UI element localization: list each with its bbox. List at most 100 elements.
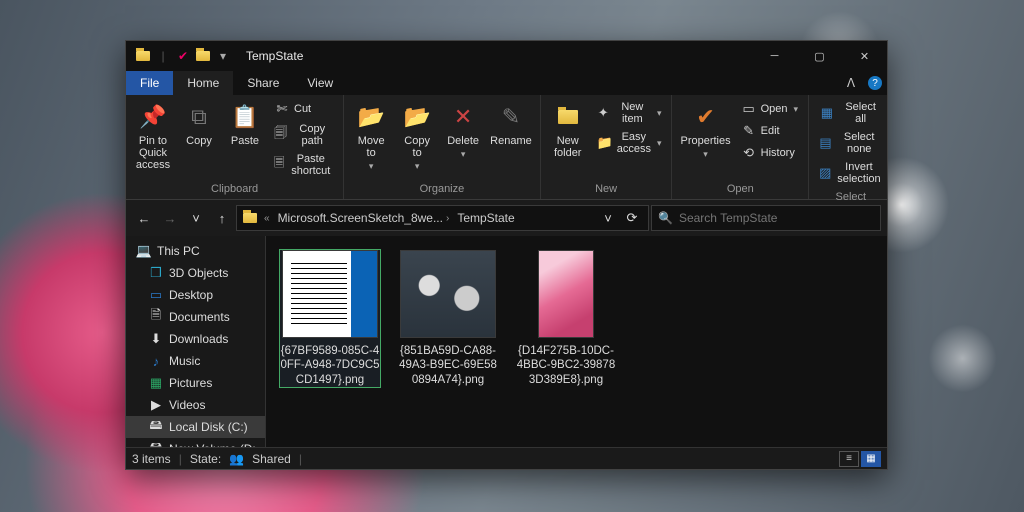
file-item[interactable]: {67BF9589-085C-40FF-A948-7DC9C5CD1497}.p… xyxy=(280,250,380,387)
tree-this-pc[interactable]: 💻This PC xyxy=(126,240,265,262)
group-select: ▦Select all ▤Select none ▨Invert selecti… xyxy=(809,95,892,199)
nav-tree[interactable]: 💻This PC ❒3D Objects ▭Desktop 🗎Documents… xyxy=(126,236,266,447)
up-button[interactable]: ↑ xyxy=(210,206,234,230)
tree-3d-objects[interactable]: ❒3D Objects xyxy=(126,262,265,284)
tree-videos[interactable]: ▶Videos xyxy=(126,394,265,416)
collapse-ribbon-button[interactable]: ᐱ xyxy=(839,71,863,95)
cut-icon: ✄ xyxy=(274,101,290,117)
music-icon: ♪ xyxy=(148,353,164,369)
tree-music[interactable]: ♪Music xyxy=(126,350,265,372)
selectall-icon: ▦ xyxy=(819,105,835,121)
nav-bar: ← → ˅ ↑ « Microsoft.ScreenSketch_8we...›… xyxy=(126,200,887,236)
edit-icon: ✎ xyxy=(741,123,757,139)
desktop-icon: ▭ xyxy=(148,287,164,303)
select-all-button[interactable]: ▦Select all xyxy=(815,99,886,127)
selectnone-icon: ▤ xyxy=(819,135,832,151)
file-item[interactable]: {851BA59D-CA88-49A3-B9EC-69E580894A74}.p… xyxy=(398,250,498,387)
rename-icon: ✎ xyxy=(495,101,527,133)
window-title: TempState xyxy=(246,49,303,63)
group-label: Open xyxy=(678,180,802,199)
back-button[interactable]: ← xyxy=(132,206,156,230)
delete-button[interactable]: ✕Delete xyxy=(442,99,484,160)
history-button[interactable]: ⟲History xyxy=(737,143,802,163)
pin-quick-access-button[interactable]: 📌 Pin to Quick access xyxy=(132,99,174,171)
pc-icon: 💻 xyxy=(136,243,152,259)
maximize-button[interactable]: ▢ xyxy=(797,41,842,71)
open-button[interactable]: ▭Open▾ xyxy=(737,99,802,119)
people-icon: 👥 xyxy=(229,452,244,466)
tab-home[interactable]: Home xyxy=(173,71,233,95)
newfolder-icon xyxy=(552,101,584,133)
file-list[interactable]: {67BF9589-085C-40FF-A948-7DC9C5CD1497}.p… xyxy=(266,236,887,447)
rename-button[interactable]: ✎Rename xyxy=(488,99,534,147)
new-folder-button[interactable]: New folder xyxy=(547,99,589,159)
ribbon-tabs: File Home Share View ᐱ ? xyxy=(126,71,887,95)
help-button[interactable]: ? xyxy=(863,71,887,95)
move-to-button[interactable]: 📂Move to xyxy=(350,99,392,172)
separator: | xyxy=(299,452,302,466)
search-icon: 🔍 xyxy=(658,211,673,225)
forward-button[interactable]: → xyxy=(158,206,182,230)
properties-icon: ✔ xyxy=(690,101,722,133)
newitem-icon: ✦ xyxy=(597,105,610,121)
view-details-button[interactable]: ≡ xyxy=(839,451,859,467)
cut-button[interactable]: ✄Cut xyxy=(270,99,337,119)
folder-icon xyxy=(134,47,152,65)
paste-icon: 📋 xyxy=(229,101,261,133)
status-state-label: State: xyxy=(190,452,221,466)
tree-new-volume-d[interactable]: 🖴New Volume (D: xyxy=(126,438,265,447)
easy-access-button[interactable]: 📁Easy access▾ xyxy=(593,129,666,157)
tab-file[interactable]: File xyxy=(126,71,173,95)
new-item-button[interactable]: ✦New item▾ xyxy=(593,99,666,127)
history-icon: ⟲ xyxy=(741,145,757,161)
breadcrumb-root-chevron[interactable]: « xyxy=(261,213,273,224)
group-label: Organize xyxy=(350,180,534,199)
copy-path-button[interactable]: 🗐Copy path xyxy=(270,121,337,149)
copy-to-button[interactable]: 📂Copy to xyxy=(396,99,438,172)
paste-button[interactable]: 📋 Paste xyxy=(224,99,266,147)
downloads-icon: ⬇ xyxy=(148,331,164,347)
item-count: 3 items xyxy=(132,452,171,466)
invert-selection-button[interactable]: ▨Invert selection xyxy=(815,159,886,187)
properties-button[interactable]: ✔Properties xyxy=(678,99,732,160)
checkmark-icon: ✔ xyxy=(174,47,192,65)
thumbnail xyxy=(538,250,594,338)
tree-desktop[interactable]: ▭Desktop xyxy=(126,284,265,306)
copy-icon: ⧉ xyxy=(183,101,215,133)
breadcrumb-segment[interactable]: Microsoft.ScreenSketch_8we...› xyxy=(275,211,453,225)
file-item[interactable]: {D14F275B-10DC-4BBC-9BC2-398783D389E8}.p… xyxy=(516,250,616,387)
address-dropdown-button[interactable]: ˅ xyxy=(596,206,620,230)
tree-pictures[interactable]: ▦Pictures xyxy=(126,372,265,394)
minimize-button[interactable]: ─ xyxy=(752,41,797,71)
recent-button[interactable]: ˅ xyxy=(184,206,208,230)
customize-qat-icon[interactable]: ▾ xyxy=(214,47,232,65)
group-new: New folder ✦New item▾ 📁Easy access▾ New xyxy=(541,95,673,199)
group-organize: 📂Move to 📂Copy to ✕Delete ✎Rename Organi… xyxy=(344,95,541,199)
drive-icon: 🖴 xyxy=(148,419,164,435)
edit-button[interactable]: ✎Edit xyxy=(737,121,802,141)
copy-button[interactable]: ⧉ Copy xyxy=(178,99,220,147)
tab-view[interactable]: View xyxy=(293,71,347,95)
search-box[interactable]: 🔍 xyxy=(651,205,881,231)
copypath-icon: 🗐 xyxy=(274,127,287,143)
pin-icon: 📌 xyxy=(137,101,169,133)
tree-local-disk-c[interactable]: 🖴Local Disk (C:) xyxy=(126,416,265,438)
paste-shortcut-button[interactable]: 🗏Paste shortcut xyxy=(270,151,337,179)
status-shared: Shared xyxy=(252,452,291,466)
tab-share[interactable]: Share xyxy=(233,71,293,95)
refresh-button[interactable]: ⟳ xyxy=(620,206,644,230)
title-bar: | ✔ ▾ TempState ─ ▢ ✕ xyxy=(126,41,887,71)
group-clipboard: 📌 Pin to Quick access ⧉ Copy 📋 Paste ✄Cu… xyxy=(126,95,344,199)
tree-documents[interactable]: 🗎Documents xyxy=(126,306,265,328)
file-name: {67BF9589-085C-40FF-A948-7DC9C5CD1497}.p… xyxy=(280,344,380,387)
view-icons-button[interactable]: ▦ xyxy=(861,451,881,467)
address-bar[interactable]: « Microsoft.ScreenSketch_8we...› TempSta… xyxy=(236,205,649,231)
thumbnail xyxy=(400,250,496,338)
breadcrumb-segment[interactable]: TempState xyxy=(454,211,517,225)
tree-downloads[interactable]: ⬇Downloads xyxy=(126,328,265,350)
select-none-button[interactable]: ▤Select none xyxy=(815,129,886,157)
search-input[interactable] xyxy=(679,211,874,225)
close-button[interactable]: ✕ xyxy=(842,41,887,71)
open-icon: ▭ xyxy=(741,101,757,117)
pictures-icon: ▦ xyxy=(148,375,164,391)
